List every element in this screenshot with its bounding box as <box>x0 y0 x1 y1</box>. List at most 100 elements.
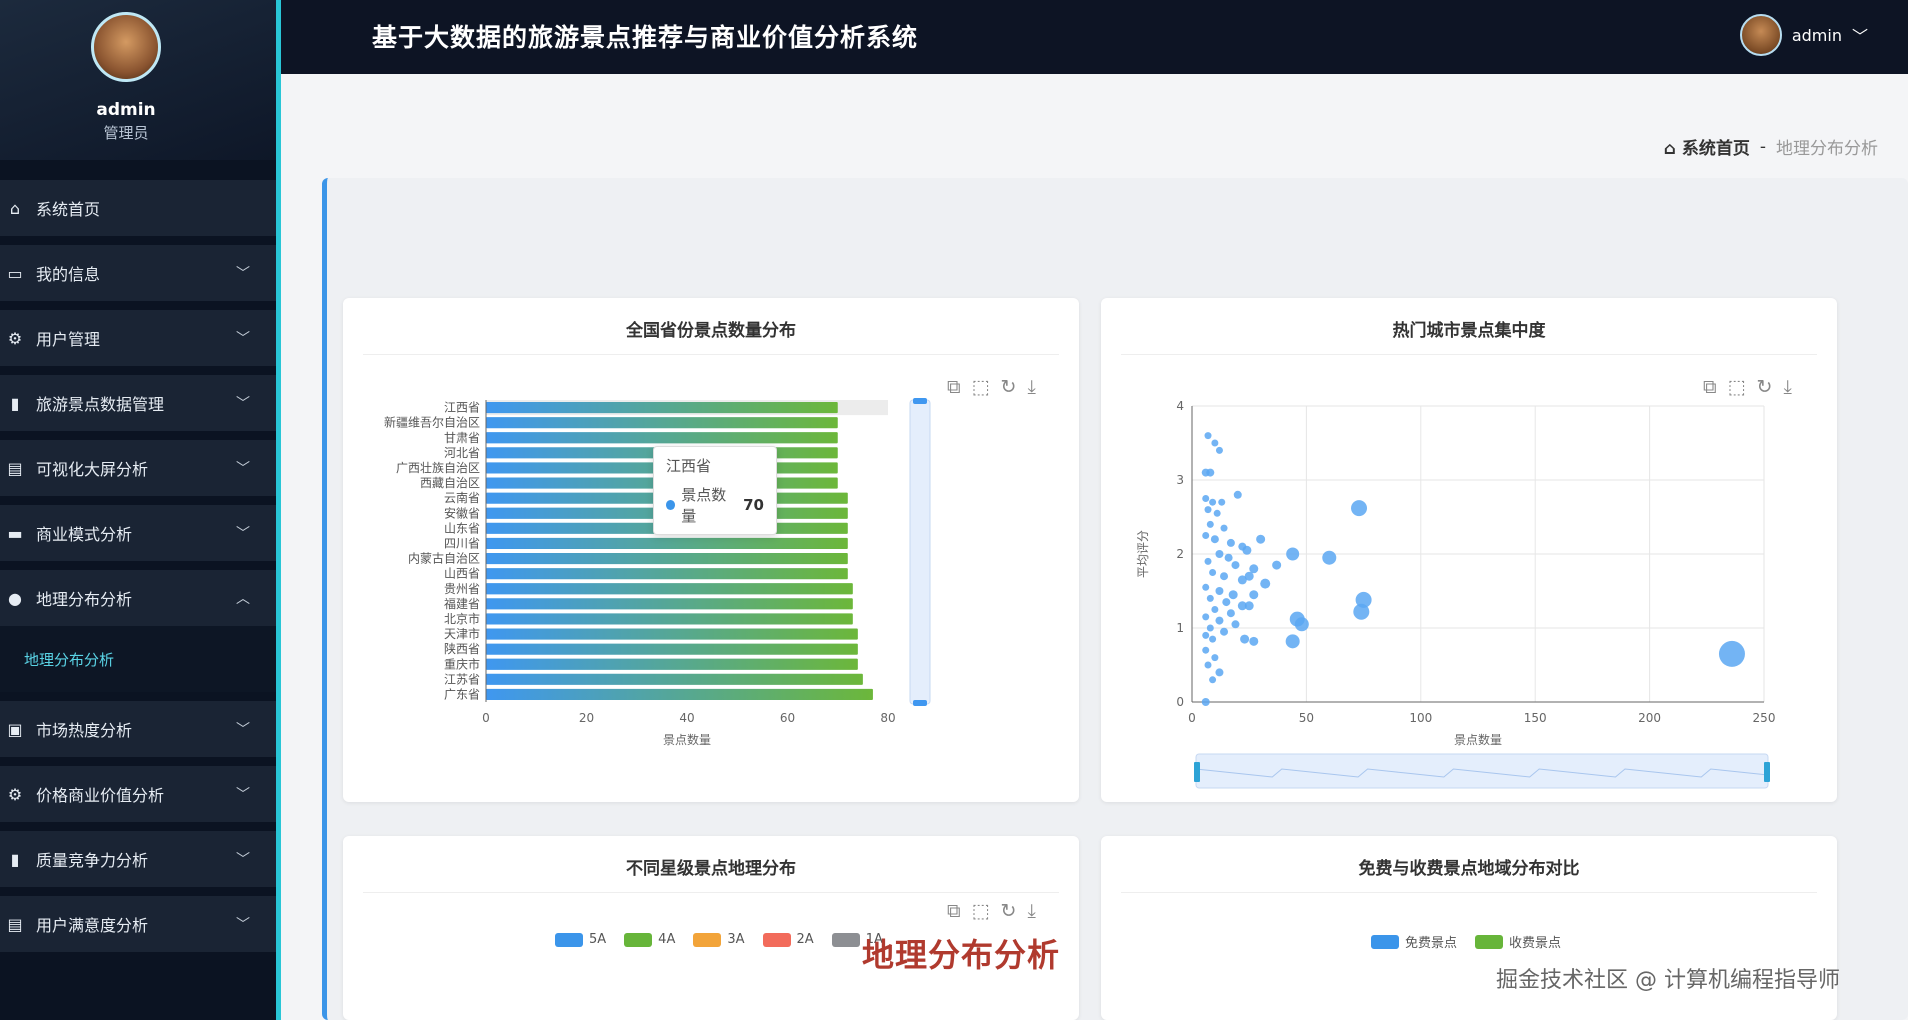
legend-item[interactable]: 4A <box>624 932 675 947</box>
zoom-reset-icon[interactable]: ⬚ <box>972 900 990 922</box>
y-tick-label: 贵州省 <box>444 582 480 596</box>
scatter-point <box>1211 606 1219 613</box>
datazoom-handle <box>913 398 927 404</box>
card-title: 免费与收费景点地域分布对比 <box>1358 859 1580 879</box>
scatter-point <box>1220 627 1229 636</box>
scatter-point <box>1209 569 1217 576</box>
chevron-down-icon: ﹀ <box>236 787 250 803</box>
scatter-point <box>1256 534 1266 544</box>
sidebar-item-label: 价格商业价值分析 <box>36 786 165 805</box>
y-tick-label: 3 <box>1176 473 1184 487</box>
x-tick-label: 20 <box>579 711 594 725</box>
sidebar-item-label: 旅游景点数据管理 <box>36 395 165 414</box>
fee-legend: 免费景点 收费景点 <box>1371 932 1561 951</box>
legend-swatch <box>1475 934 1504 949</box>
breadcrumb-home-label: 系统首页 <box>1681 139 1750 159</box>
x-tick-label: 0 <box>482 711 490 725</box>
sidebar-item-label: 用户管理 <box>36 330 101 349</box>
y-tick-label: 安徽省 <box>444 505 480 520</box>
sidebar-item-label: 可视化大屏分析 <box>36 460 149 479</box>
tooltip-marker <box>666 500 676 510</box>
scatter-point <box>1204 432 1212 440</box>
refresh-icon[interactable]: ↻ <box>1001 900 1017 922</box>
zoom-icon[interactable]: ⧉ <box>947 900 961 922</box>
x-tick-label: 0 <box>1188 711 1196 725</box>
y-tick-label: 重庆市 <box>444 656 480 671</box>
x-tick-label: 250 <box>1753 711 1776 725</box>
sidebar: admin 管理员 ⌂ 系统首页 ▭ 我的信息 ﹀ ⚙ 用户管理 ﹀ ▮ 旅游景点数据管理 ﹀… <box>0 0 278 1020</box>
legend-item[interactable]: 5A <box>555 932 606 947</box>
sidebar-item-big-screen[interactable]: ▤ 可视化大屏分析 ﹀ <box>0 440 276 496</box>
y-tick-label: 山西省 <box>444 567 480 581</box>
y-tick-label: 1 <box>1176 621 1184 635</box>
scatter-point <box>1215 550 1224 558</box>
id-card-icon: ▭ <box>7 263 23 283</box>
scatter-point <box>1201 698 1210 706</box>
sidebar-item-business-model[interactable]: ▬ 商业模式分析 ﹀ <box>0 505 276 561</box>
sidebar-username: admin <box>96 100 156 120</box>
home-icon: ⌂ <box>9 198 21 218</box>
legend-swatch <box>1371 934 1399 949</box>
y-tick-label: 江西省 <box>444 401 480 415</box>
scatter-point <box>1215 587 1224 595</box>
legend-swatch <box>762 932 791 947</box>
sidebar-item-spot-data[interactable]: ▮ 旅游景点数据管理 ﹀ <box>0 375 276 431</box>
sidebar-item-satisfaction[interactable]: ▤ 用户满意度分析 ﹀ <box>0 896 276 952</box>
sidebar-item-quality[interactable]: ▮ 质量竞争力分析 ﹀ <box>0 831 276 887</box>
sidebar-item-market-heat[interactable]: ▣ 市场热度分析 ﹀ <box>0 701 276 757</box>
download-icon[interactable]: ⤓ <box>1027 900 1035 922</box>
scatter-point <box>1231 620 1240 629</box>
sidebar-item-price-value[interactable]: ⚙ 价格商业价值分析 ﹀ <box>0 766 276 822</box>
sidebar-item-label: 系统首页 <box>36 200 101 219</box>
header-username: admin <box>1791 25 1842 45</box>
sidebar-item-home[interactable]: ⌂ 系统首页 <box>0 180 276 236</box>
bar <box>486 568 848 580</box>
bar <box>486 688 873 701</box>
scatter-point <box>1244 571 1254 581</box>
bar <box>486 658 858 670</box>
x-tick-label: 200 <box>1638 711 1661 725</box>
scatter-point <box>1204 661 1212 669</box>
card-title: 不同星级景点地理分布 <box>626 859 796 879</box>
scatter-point <box>1211 654 1219 662</box>
sidebar-item-my-info[interactable]: ▭ 我的信息 ﹀ <box>0 245 276 301</box>
legend-label: 收费景点 <box>1509 936 1562 951</box>
sidebar-subitem-label: 地理分布分析 <box>24 650 115 669</box>
chart-panel: 全国省份景点数量分布 ⧉ ⬚ ↻ ⤓ 江西省 新疆维吾尔自治区 甘肃省 河北省 广西壮族自治区… <box>322 178 1908 1020</box>
city-chart-card: 热门城市景点集中度 ⧉ ⬚ ↻ ⤓ 0 50 100 150 200 250 0 1 2 3 4 景点数量平… <box>1101 298 1837 802</box>
legend-label: 5A <box>589 932 607 947</box>
user-menu[interactable]: admin ﹀ <box>1739 14 1868 56</box>
legend-label: 免费景点 <box>1405 936 1458 951</box>
legend-item[interactable]: 2A <box>762 932 814 947</box>
scatter-point <box>1202 631 1210 639</box>
bar <box>486 401 838 414</box>
x-tick-label: 60 <box>780 711 795 725</box>
x-tick-label: 50 <box>1299 711 1314 725</box>
province-chart-card: 全国省份景点数量分布 ⧉ ⬚ ↻ ⤓ 江西省 新疆维吾尔自治区 甘肃省 河北省 广西壮族自治区… <box>343 298 1079 802</box>
scatter-point <box>1206 594 1214 602</box>
scatter-point <box>1209 676 1217 684</box>
sidebar-profile: admin 管理员 <box>0 0 276 160</box>
sidebar-item-label: 市场热度分析 <box>36 721 133 740</box>
scatter-point <box>1215 668 1224 677</box>
x-axis-title: 景点数量 <box>663 732 711 747</box>
sidebar-item-geo[interactable]: ● 地理分布分析 ︿ <box>0 570 276 626</box>
bar <box>486 432 838 444</box>
legend-item[interactable]: 收费景点 <box>1475 932 1561 951</box>
legend-item[interactable]: 3A <box>693 932 745 947</box>
avatar[interactable] <box>91 12 161 82</box>
chart-toolbox: ⧉ ⬚ ↻ ⤓ <box>947 900 1036 922</box>
sidebar-item-user-management[interactable]: ⚙ 用户管理 ﹀ <box>0 310 276 366</box>
breadcrumb-home[interactable]: ⌂ 系统首页 <box>1664 134 1750 159</box>
avatar[interactable] <box>1739 14 1782 56</box>
horizontal-datazoom-slider <box>1195 753 1769 789</box>
scatter-point <box>1206 520 1214 528</box>
sidebar-subitem-geo-analysis[interactable]: 地理分布分析 <box>0 626 276 692</box>
sidebar-menu: ⌂ 系统首页 ▭ 我的信息 ﹀ ⚙ 用户管理 ﹀ ▮ 旅游景点数据管理 ﹀ ▤ 可视化大屏分析 ﹀… <box>0 180 276 961</box>
datazoom-handle <box>1764 762 1770 782</box>
scatter-point <box>1242 545 1252 555</box>
vertical-datazoom-slider <box>909 399 931 705</box>
legend-item[interactable]: 免费景点 <box>1371 932 1457 951</box>
y-tick-label: 4 <box>1176 399 1184 413</box>
scatter-point <box>1211 439 1219 447</box>
